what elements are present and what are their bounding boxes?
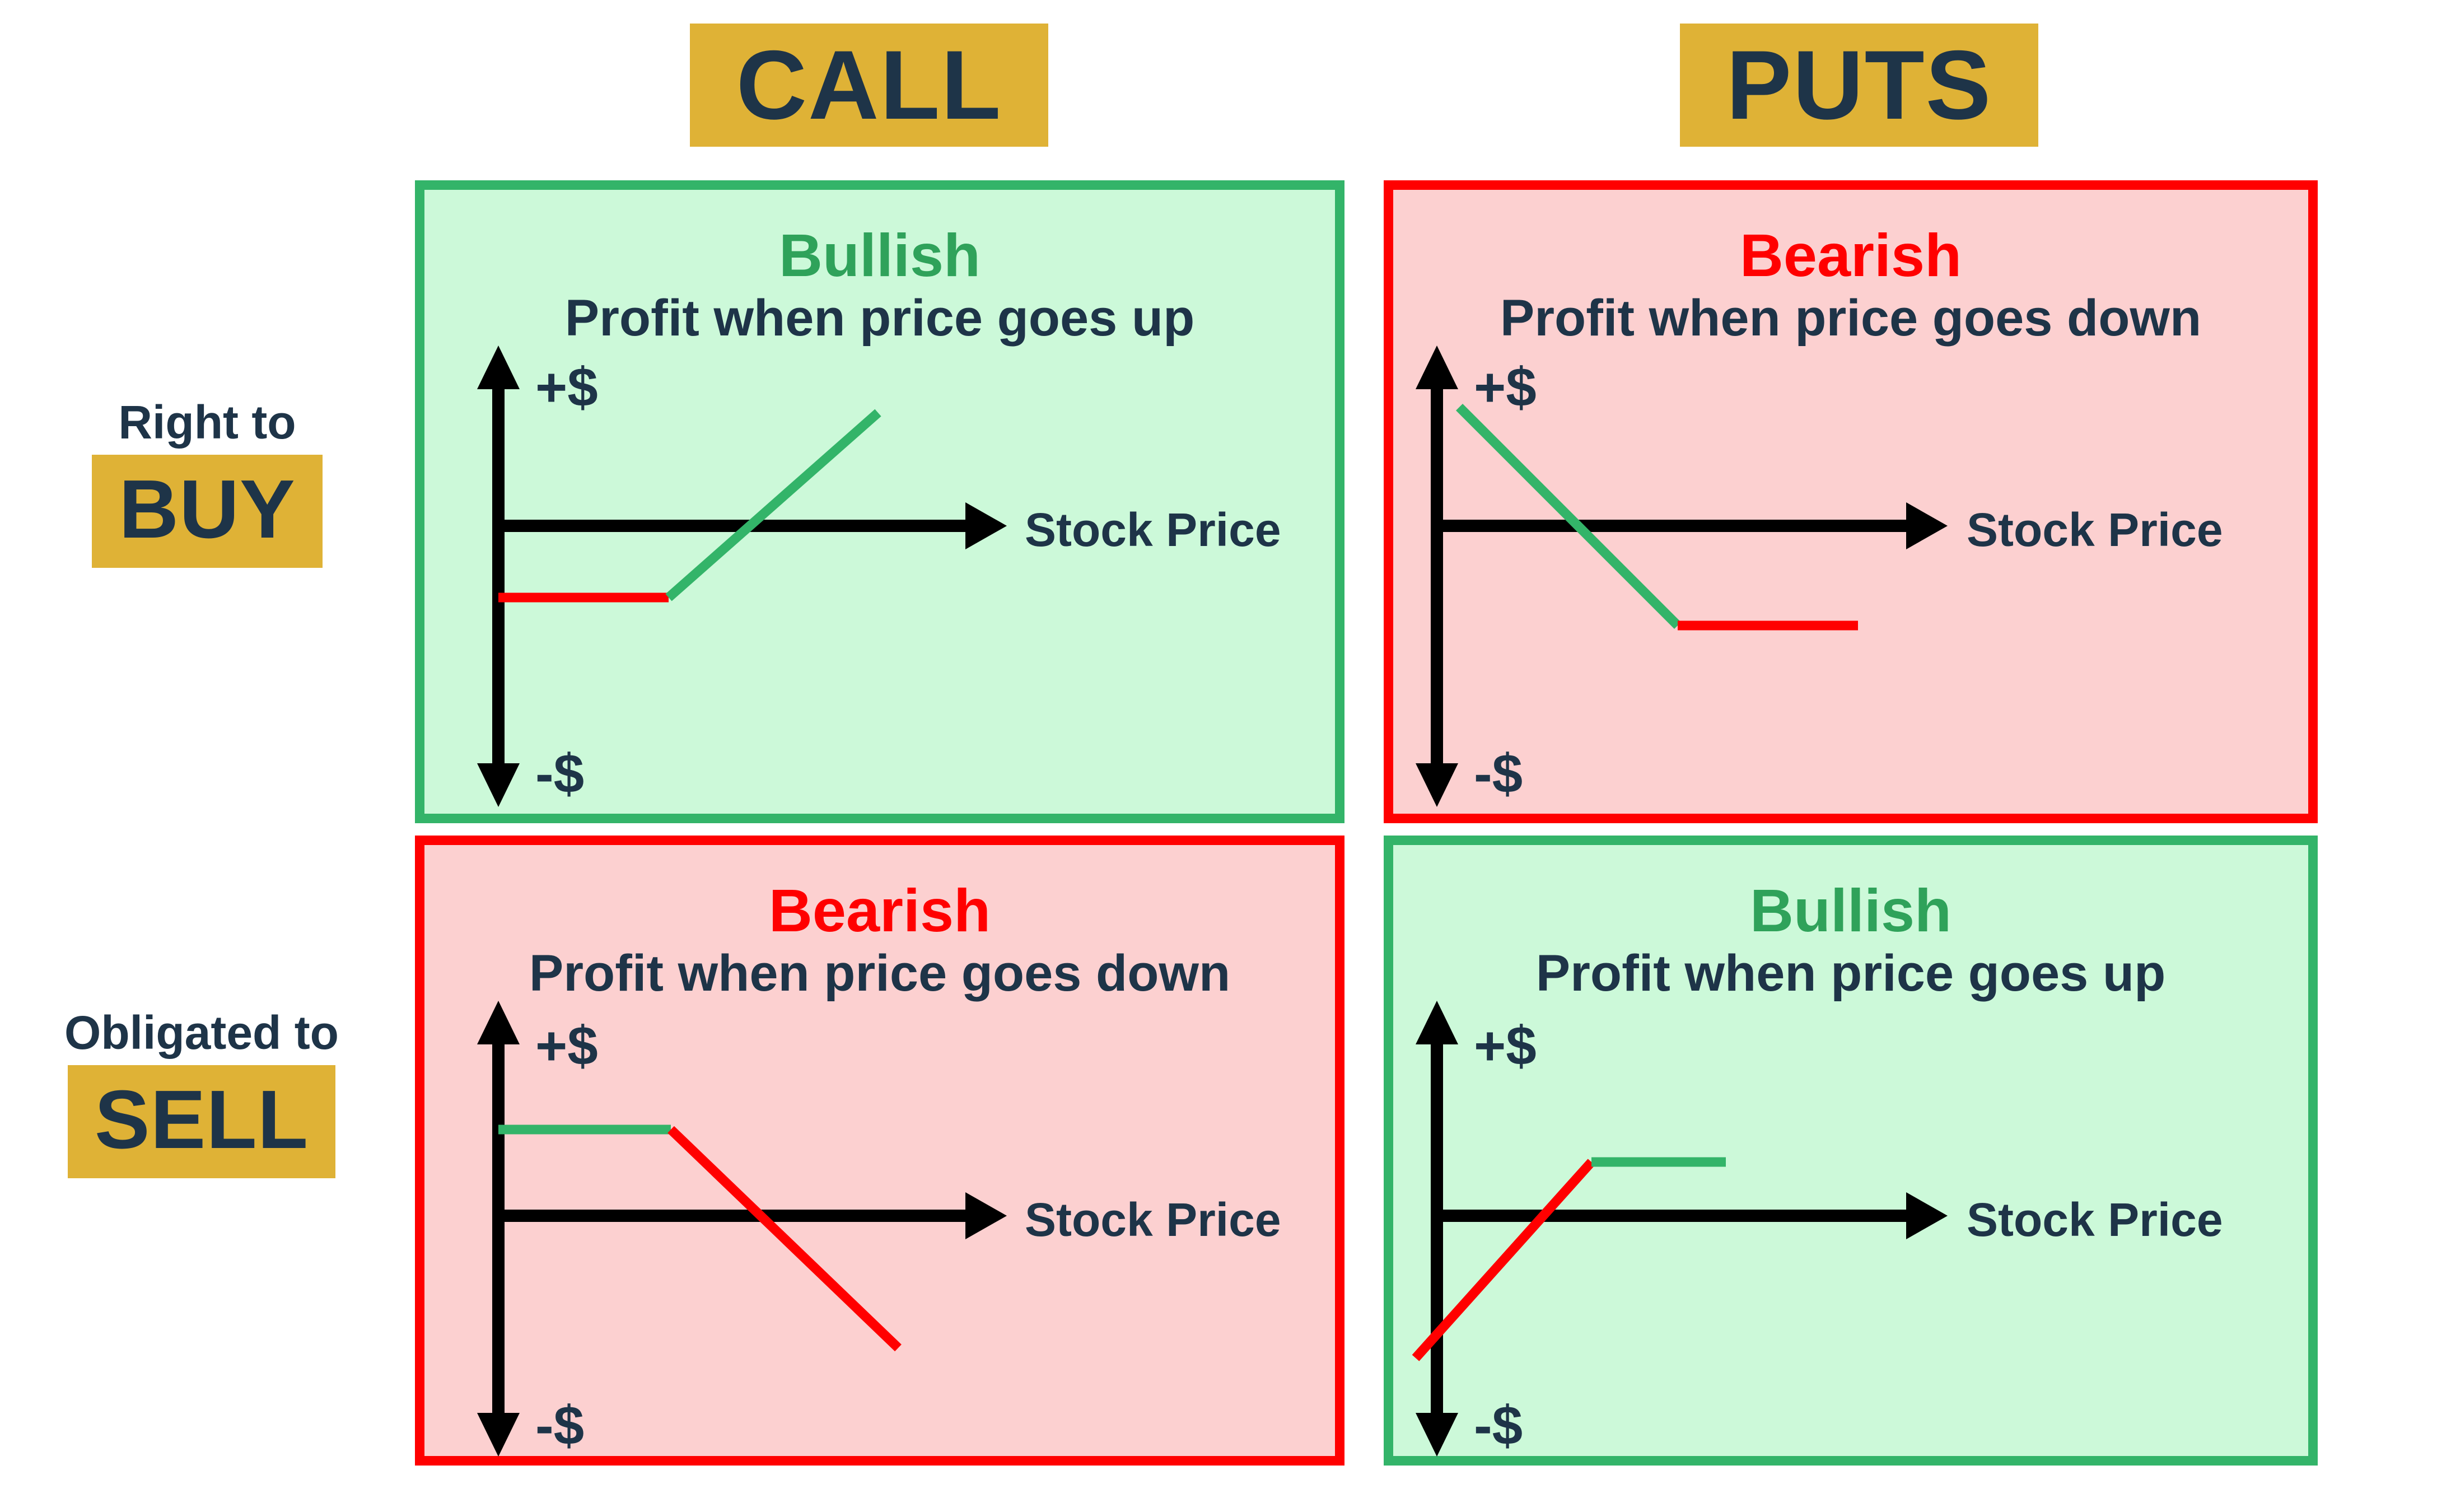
x-axis-arrow-icon — [1906, 1192, 1948, 1239]
y-axis-up-arrow-icon — [1416, 1001, 1458, 1044]
column-header-puts-label: PUTS — [1726, 30, 1992, 140]
y-axis-down-arrow-icon — [477, 1413, 520, 1457]
panel-short-call: Bearish Profit when price goes down +$ -… — [415, 836, 1344, 1466]
sentiment-label: Bearish — [1739, 221, 1962, 289]
y-axis-down-arrow-icon — [1416, 763, 1458, 807]
row-label-buy-action: BUY — [92, 455, 323, 568]
y-axis-positive-label: +$ — [535, 1015, 598, 1076]
y-axis-negative-label: -$ — [1474, 743, 1523, 804]
y-axis-up-arrow-icon — [1416, 346, 1458, 389]
y-axis-up-arrow-icon — [477, 1001, 520, 1044]
x-axis-label: Stock Price — [1967, 1193, 2223, 1246]
row-label-sell: Obligated to SELL — [6, 1006, 398, 1179]
sentiment-label: Bearish — [768, 876, 991, 944]
row-label-buy-prefix: Right to — [118, 396, 296, 449]
panel-long-call: Bullish Profit when price goes up +$ -$ … — [415, 180, 1344, 823]
y-axis-up-arrow-icon — [477, 346, 520, 389]
y-axis-negative-label: -$ — [535, 1394, 584, 1456]
payoff-loss-segment — [667, 1126, 902, 1352]
y-axis-negative-label: -$ — [535, 743, 584, 804]
x-axis-arrow-icon — [1906, 502, 1948, 549]
payoff-chart-short-put: +$ -$ Stock Price — [1412, 1001, 2223, 1457]
sentiment-subtitle: Profit when price goes down — [1500, 290, 2202, 347]
y-axis-down-arrow-icon — [477, 763, 520, 807]
sentiment-subtitle: Profit when price goes up — [1535, 945, 2166, 1002]
payoff-profit-segment — [1455, 403, 1682, 629]
panel-long-call-heading: Bullish Profit when price goes up — [424, 223, 1335, 347]
sentiment-subtitle: Profit when price goes up — [564, 290, 1195, 347]
x-axis-label: Stock Price — [1967, 503, 2223, 556]
payoff-profit-segment — [665, 409, 881, 601]
column-header-call: CALL — [690, 24, 1048, 147]
x-axis-arrow-icon — [965, 1192, 1007, 1239]
y-axis-positive-label: +$ — [1474, 1015, 1537, 1076]
sentiment-label: Bullish — [1749, 876, 1952, 944]
column-header-puts: PUTS — [1680, 24, 2038, 147]
sentiment-label: Bullish — [778, 221, 981, 289]
column-header-call-label: CALL — [736, 30, 1002, 140]
payoff-chart-long-call: +$ -$ Stock Price — [477, 346, 1281, 807]
y-axis-positive-label: +$ — [1474, 356, 1537, 418]
panel-long-put: Bearish Profit when price goes down +$ -… — [1384, 180, 2318, 823]
x-axis-label: Stock Price — [1025, 503, 1281, 556]
y-axis-negative-label: -$ — [1474, 1394, 1523, 1456]
y-axis-down-arrow-icon — [1416, 1413, 1458, 1457]
sentiment-subtitle: Profit when price goes down — [529, 945, 1231, 1002]
row-label-buy: Right to BUY — [11, 398, 403, 568]
x-axis-label: Stock Price — [1025, 1193, 1281, 1246]
row-label-sell-prefix: Obligated to — [64, 1006, 339, 1059]
panel-short-put: Bullish Profit when price goes up +$ -$ … — [1384, 836, 2318, 1466]
panel-short-put-heading: Bullish Profit when price goes up — [1393, 879, 2308, 1002]
panel-long-put-heading: Bearish Profit when price goes down — [1393, 223, 2308, 347]
payoff-chart-long-put: +$ -$ Stock Price — [1416, 346, 2223, 807]
payoff-chart-short-call: +$ -$ Stock Price — [477, 1001, 1281, 1457]
row-label-sell-action: SELL — [67, 1065, 336, 1179]
panel-short-call-heading: Bearish Profit when price goes down — [424, 879, 1335, 1002]
y-axis-positive-label: +$ — [535, 356, 598, 418]
x-axis-arrow-icon — [965, 502, 1007, 549]
